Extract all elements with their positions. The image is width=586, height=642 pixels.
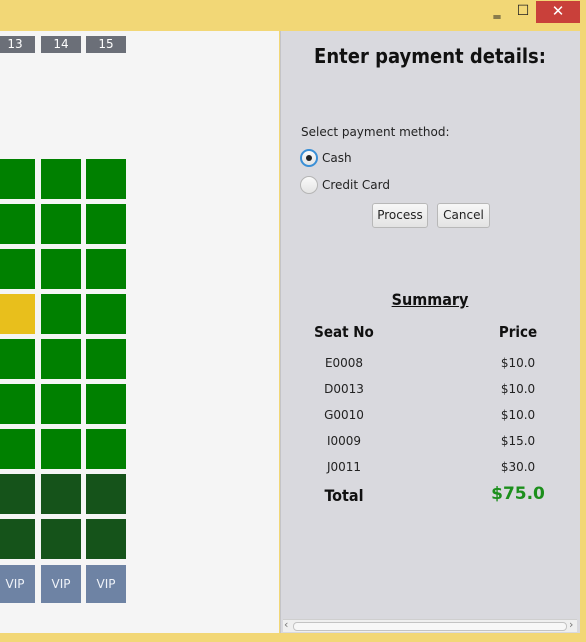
vip-seat[interactable]: VIP (86, 565, 126, 603)
seat-no-header: Seat No (314, 323, 374, 341)
seat-available[interactable] (0, 204, 35, 244)
seat-available[interactable] (86, 429, 126, 469)
credit-card-radio-label[interactable]: Credit Card (322, 178, 390, 192)
summary-price: $10.0 (500, 382, 536, 396)
seat-available[interactable] (0, 339, 35, 379)
summary-seat: J0011 (326, 460, 362, 474)
seat-premium[interactable] (41, 474, 81, 514)
seat-available[interactable] (0, 384, 35, 424)
window-border (580, 31, 586, 633)
seat-premium[interactable] (41, 519, 81, 559)
seat-available[interactable] (41, 249, 81, 289)
column-header: 15 (86, 36, 126, 53)
summary-seat: I0009 (326, 434, 362, 448)
seat-available[interactable] (41, 159, 81, 199)
seat-available[interactable] (86, 294, 126, 334)
summary-seat: E0008 (324, 356, 364, 370)
seat-available[interactable] (41, 294, 81, 334)
seat-premium[interactable] (0, 474, 35, 514)
seat-available[interactable] (41, 429, 81, 469)
summary-seat: G0010 (324, 408, 364, 422)
summary-price: $30.0 (500, 460, 536, 474)
vip-seat[interactable]: VIP (0, 565, 35, 603)
column-header: 13 (0, 36, 35, 53)
credit-card-radio[interactable] (300, 176, 318, 194)
vip-seat[interactable]: VIP (41, 565, 81, 603)
summary-price: $15.0 (500, 434, 536, 448)
seat-available[interactable] (41, 204, 81, 244)
summary-seat: D0013 (324, 382, 364, 396)
seat-premium[interactable] (86, 474, 126, 514)
cash-radio-label[interactable]: Cash (322, 151, 352, 165)
cash-radio[interactable] (300, 149, 318, 167)
cancel-button[interactable]: Cancel (437, 203, 490, 228)
process-button[interactable]: Process (372, 203, 428, 228)
summary-title-text: Summary (391, 290, 469, 309)
seat-available[interactable] (86, 339, 126, 379)
payment-title: Enter payment details: (314, 44, 546, 68)
scrollbar-thumb[interactable] (293, 622, 567, 631)
seat-available[interactable] (0, 159, 35, 199)
seat-premium[interactable] (0, 519, 35, 559)
window-titlebar: ‗ ☐ ✕ (0, 0, 586, 30)
maximize-button[interactable]: ☐ (510, 1, 536, 23)
seat-available[interactable] (41, 339, 81, 379)
summary-price: $10.0 (500, 408, 536, 422)
scroll-right-icon[interactable]: › (569, 618, 573, 631)
summary-price: $10.0 (500, 356, 536, 370)
price-header: Price (498, 323, 538, 341)
column-header: 14 (41, 36, 81, 53)
window-border (0, 633, 586, 642)
seat-premium[interactable] (86, 519, 126, 559)
seat-available[interactable] (86, 159, 126, 199)
minimize-button[interactable]: ‗ (484, 1, 510, 23)
radio-dot (306, 155, 312, 161)
total-label: Total (324, 486, 364, 505)
seat-available[interactable] (86, 249, 126, 289)
seat-available[interactable] (0, 429, 35, 469)
summary-title: Summary (280, 290, 580, 309)
payment-method-label: Select payment method: (301, 125, 450, 139)
close-button[interactable]: ✕ (536, 1, 580, 23)
seat-available[interactable] (0, 249, 35, 289)
seat-available[interactable] (86, 384, 126, 424)
total-value: $75.0 (491, 484, 545, 504)
seat-available[interactable] (41, 384, 81, 424)
seat-available[interactable] (86, 204, 126, 244)
scroll-left-icon[interactable]: ‹ (284, 618, 288, 631)
seat-selected[interactable] (0, 294, 35, 334)
horizontal-scrollbar[interactable]: ‹ › (283, 618, 577, 632)
